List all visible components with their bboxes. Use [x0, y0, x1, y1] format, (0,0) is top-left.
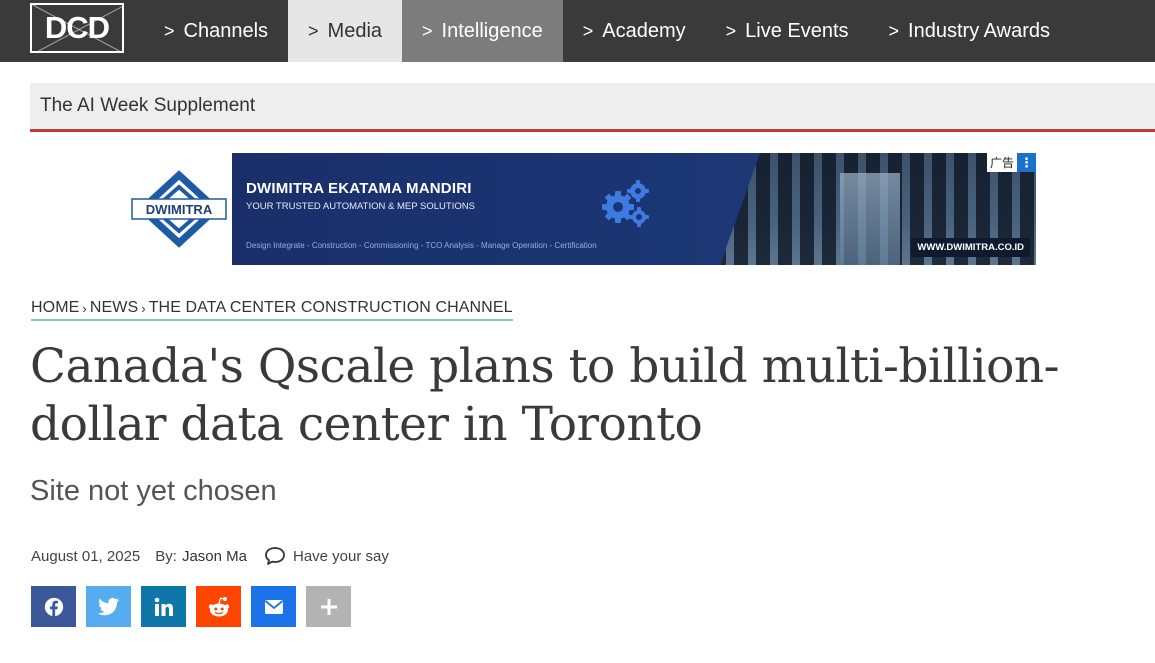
breadcrumb-channel[interactable]: THE DATA CENTER CONSTRUCTION CHANNEL [149, 299, 513, 317]
breadcrumb-separator: › [141, 300, 146, 316]
breadcrumb-home[interactable]: HOME [31, 299, 79, 317]
nav-item-intelligence[interactable]: > Intelligence [402, 0, 563, 62]
speech-bubble-icon [265, 547, 285, 565]
ad-main-panel: DWIMITRA EKATAMA MANDIRI YOUR TRUSTED AU… [232, 153, 1036, 265]
nav-item-academy[interactable]: > Academy [563, 0, 706, 62]
share-email-button[interactable] [251, 586, 296, 627]
nav-item-label: Channels [183, 19, 269, 42]
nav-item-label: Live Events [745, 19, 849, 42]
chevron-right-icon: > [725, 20, 737, 41]
gears-icon [602, 180, 649, 227]
svg-text:DWIMITRA: DWIMITRA [146, 202, 213, 217]
more-options-icon[interactable]: ⋮ [1017, 153, 1036, 172]
share-facebook-button[interactable] [31, 586, 76, 627]
nav-item-label: Industry Awards [908, 19, 1050, 42]
top-navigation: DCD > Channels > Media > Intelligence > … [0, 0, 1155, 62]
nav-item-live-events[interactable]: > Live Events [706, 0, 869, 62]
nav-item-label: Intelligence [441, 19, 543, 42]
dwimitra-logo-icon: DWIMITRA [131, 170, 227, 248]
publish-date: August 01, 2025 [31, 547, 141, 565]
article-subheadline: Site not yet chosen [30, 475, 277, 507]
author-name[interactable]: Jason Ma [182, 548, 247, 565]
share-twitter-button[interactable] [86, 586, 131, 627]
share-buttons [31, 586, 361, 627]
nav-item-label: Media [327, 19, 383, 42]
by-label: By: [155, 547, 177, 565]
ad-services: Design Integrate - Construction - Commis… [246, 241, 597, 250]
plus-icon [320, 598, 337, 615]
linkedin-icon [154, 597, 173, 616]
chevron-right-icon: > [582, 20, 594, 41]
ad-title: DWIMITRA EKATAMA MANDIRI [246, 180, 472, 197]
chevron-right-icon: > [888, 20, 900, 41]
breadcrumb-separator: › [82, 300, 87, 316]
share-more-button[interactable] [306, 586, 351, 627]
article-headline: Canada's Qscale plans to build multi-bil… [30, 339, 1060, 452]
ad-subtitle: YOUR TRUSTED AUTOMATION & MEP SOLUTIONS [246, 201, 475, 212]
comments-label: Have your say [293, 547, 389, 565]
supplement-bar[interactable]: The AI Week Supplement [30, 83, 1155, 132]
ad-label: 广告 [989, 156, 1014, 170]
ad-brand-logo: DWIMITRA [126, 153, 232, 265]
chevron-right-icon: > [308, 20, 319, 41]
nav-item-channels[interactable]: > Channels [144, 0, 288, 62]
article-meta: August 01, 2025 By: Jason Ma Have your s… [31, 546, 389, 566]
nav-menu: > Channels > Media > Intelligence > Acad… [144, 0, 1070, 62]
chevron-right-icon: > [422, 20, 433, 41]
twitter-icon [97, 597, 119, 615]
breadcrumb: HOME › NEWS › THE DATA CENTER CONSTRUCTI… [31, 299, 513, 321]
ad-url: WWW.DWIMITRA.CO.ID [911, 238, 1030, 257]
ad-banner[interactable]: DWIMITRA DWIMITRA EKATAMA MANDIRI YOUR T… [126, 153, 1036, 265]
nav-item-media[interactable]: > Media [288, 0, 403, 62]
facebook-icon [44, 597, 63, 616]
nav-item-industry-awards[interactable]: > Industry Awards [869, 0, 1070, 62]
chevron-right-icon: > [164, 20, 175, 41]
ad-choices[interactable]: 广告 ⋮ [986, 153, 1036, 172]
share-reddit-button[interactable] [196, 586, 241, 627]
comments-link[interactable]: Have your say [264, 546, 389, 566]
supplement-label: The AI Week Supplement [40, 95, 256, 116]
share-linkedin-button[interactable] [141, 586, 186, 627]
nav-item-label: Academy [602, 19, 686, 42]
breadcrumb-news[interactable]: NEWS [90, 299, 138, 317]
dcd-logo[interactable]: DCD [30, 3, 124, 53]
logo-text: DCD [44, 10, 110, 45]
email-icon [264, 599, 283, 614]
reddit-icon [208, 596, 229, 616]
